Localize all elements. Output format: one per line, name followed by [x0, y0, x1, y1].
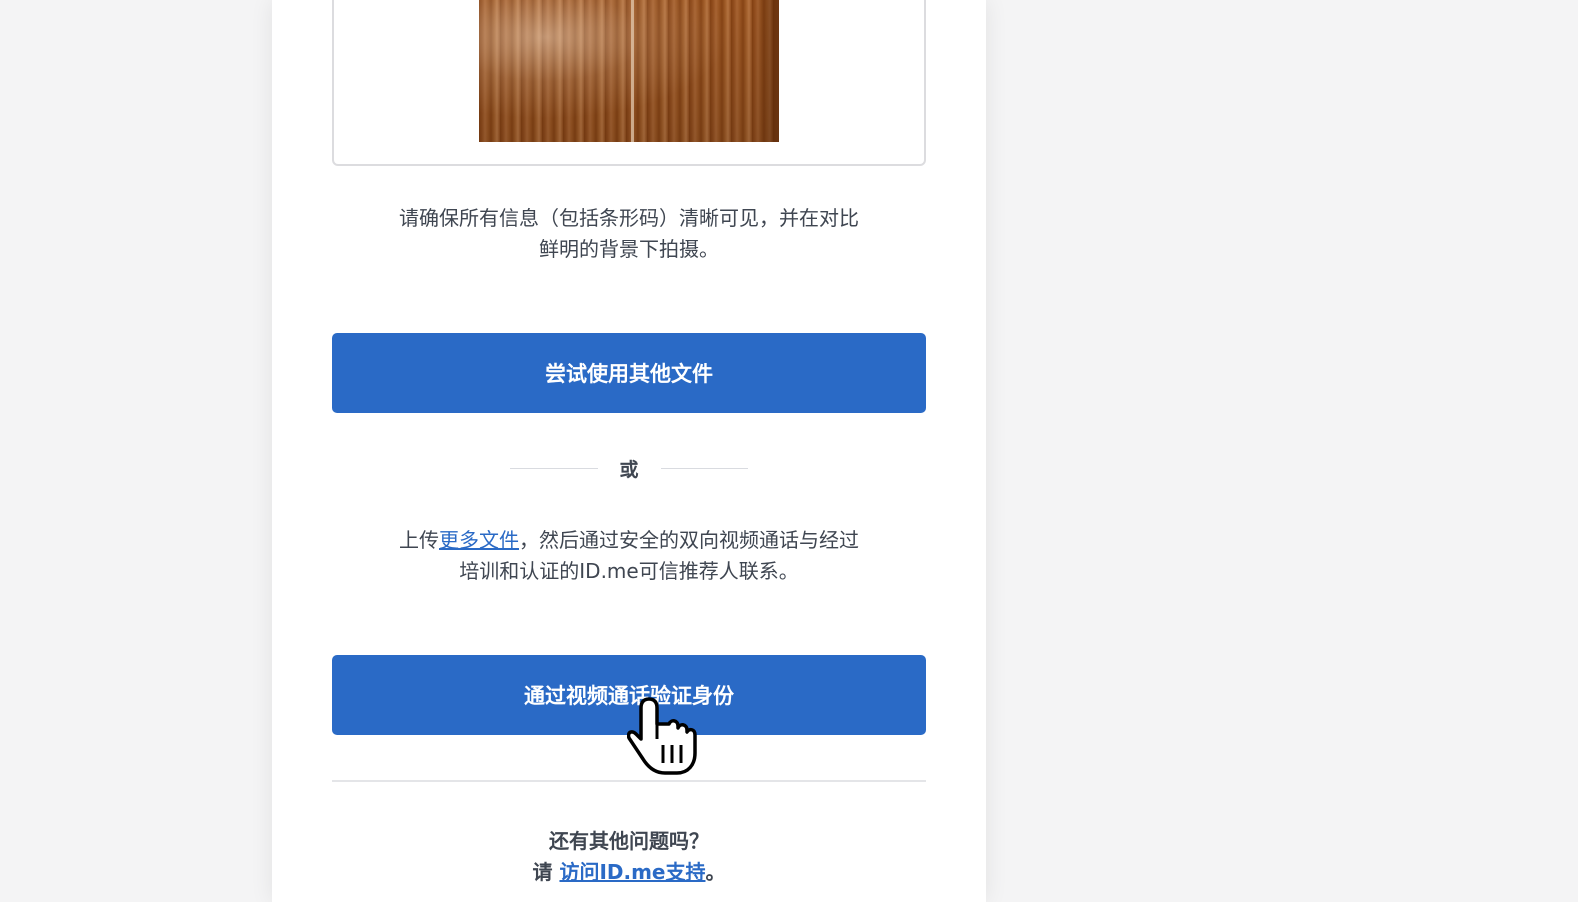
photo-seam: [631, 0, 634, 142]
description-prefix: 上传: [399, 528, 439, 552]
photo-glare: [479, 0, 779, 142]
more-documents-link[interactable]: 更多文件: [439, 528, 519, 552]
document-photo: [479, 0, 779, 142]
hand-pointer-icon: [627, 697, 697, 775]
instructions-line-2: 鲜明的背景下拍摄。: [539, 237, 719, 261]
help-line: 请 访问ID.me支持。: [332, 857, 926, 888]
document-preview-frame: [332, 0, 926, 166]
try-another-document-label: 尝试使用其他文件: [545, 362, 713, 386]
description-line-2: 培训和认证的ID.me可信推荐人联系。: [459, 559, 799, 583]
divider-line-right: [660, 467, 749, 469]
help-prefix: 请: [532, 860, 560, 884]
help-question: 还有其他问题吗？: [549, 829, 709, 853]
help-suffix: 。: [705, 860, 726, 884]
section-divider: [332, 780, 926, 782]
description-suffix: ，然后通过安全的双向视频通话与经过: [519, 528, 859, 552]
help-section: 还有其他问题吗？ 请 访问ID.me支持。: [332, 826, 926, 888]
photo-instructions: 请确保所有信息（包括条形码）清晰可见，并在对比 鲜明的背景下拍摄。: [332, 203, 926, 265]
description-line-1: 上传更多文件，然后通过安全的双向视频通话与经过: [332, 525, 926, 556]
instructions-line-1: 请确保所有信息（包括条形码）清晰可见，并在对比: [399, 206, 859, 230]
or-divider: 或: [510, 453, 749, 483]
video-call-description: 上传更多文件，然后通过安全的双向视频通话与经过 培训和认证的ID.me可信推荐人…: [332, 525, 926, 587]
divider-line-left: [510, 467, 598, 469]
photo-edge-shadow: [755, 0, 779, 142]
try-another-document-button[interactable]: 尝试使用其他文件: [332, 333, 926, 413]
or-label: 或: [619, 458, 639, 481]
visit-support-link[interactable]: 访问ID.me支持: [559, 860, 705, 884]
